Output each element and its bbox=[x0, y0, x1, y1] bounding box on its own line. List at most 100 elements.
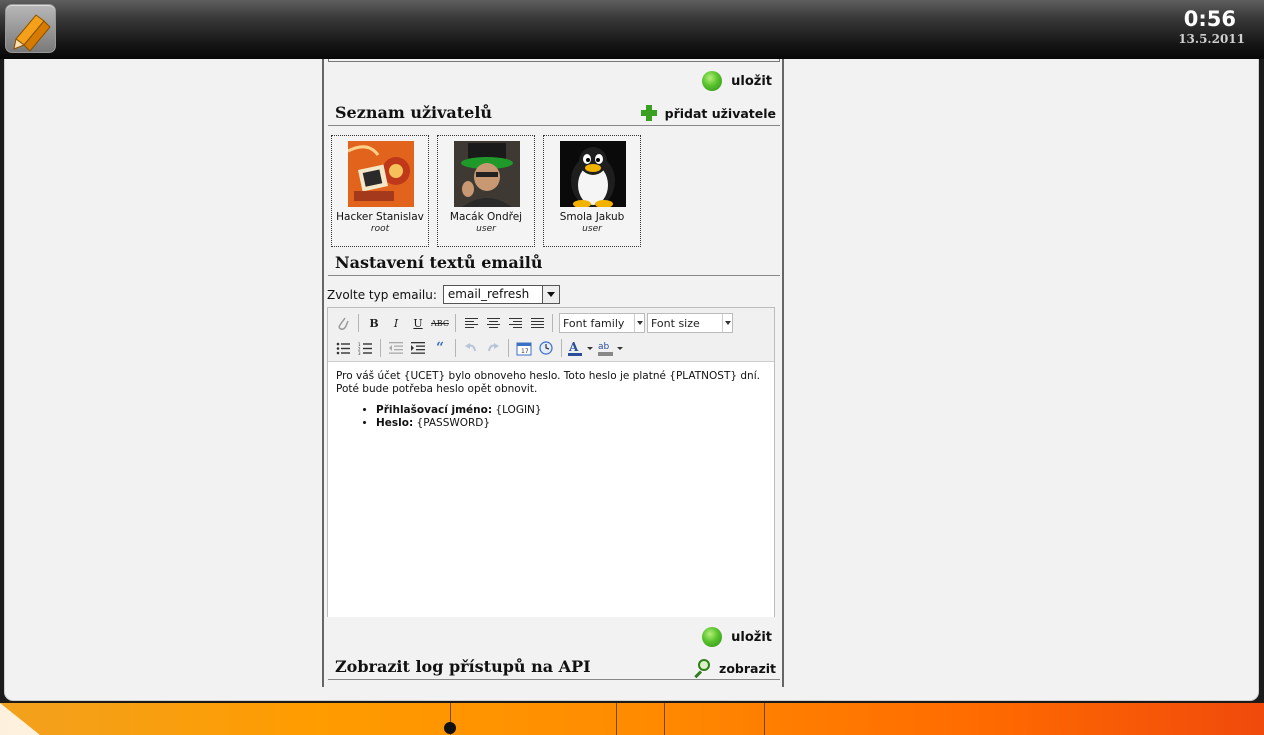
toolbar-separator bbox=[380, 339, 381, 357]
font-family-label: Font family bbox=[563, 317, 625, 330]
api-section-header: Zobrazit log přístupů na API zobrazit bbox=[328, 656, 780, 680]
email-type-select[interactable]: email_refresh bbox=[442, 285, 560, 304]
redo-icon[interactable] bbox=[482, 337, 504, 359]
chevron-down-icon bbox=[634, 314, 644, 332]
green-circle-icon bbox=[702, 71, 723, 91]
add-user-label: přidat uživatele bbox=[664, 105, 776, 121]
strip-marker bbox=[444, 722, 456, 734]
save-label: uložit bbox=[731, 73, 772, 89]
underline-icon[interactable]: U bbox=[407, 312, 429, 334]
svg-text:ab: ab bbox=[598, 342, 610, 352]
email-section-header: Nastavení textů emailů bbox=[328, 252, 780, 276]
text-color-icon[interactable]: A bbox=[566, 337, 596, 359]
show-log-label: zobrazit bbox=[719, 660, 776, 676]
desktop-background-strip bbox=[0, 703, 1264, 735]
show-log-button[interactable]: zobrazit bbox=[693, 659, 776, 679]
email-body-list: Přihlašovací jméno: {LOGIN} Heslo: {PASS… bbox=[376, 404, 766, 429]
chevron-down-icon bbox=[541, 286, 559, 303]
penguin-avatar-icon bbox=[560, 141, 626, 207]
avatar bbox=[348, 141, 414, 207]
indent-icon[interactable] bbox=[407, 337, 429, 359]
save-label: uložit bbox=[731, 629, 772, 645]
plus-icon bbox=[640, 105, 657, 121]
clock-time: 0:56 bbox=[1183, 7, 1236, 31]
user-role: root bbox=[370, 224, 390, 234]
editor-content-area[interactable]: Pro váš účet {UCET} bylo obnoveho heslo.… bbox=[328, 361, 774, 617]
chevron-down-icon bbox=[722, 314, 732, 332]
save-button-top[interactable]: uložit bbox=[702, 71, 772, 91]
outdent-icon[interactable] bbox=[385, 337, 407, 359]
strip-divider bbox=[616, 703, 617, 735]
magnifier-icon bbox=[693, 659, 711, 679]
editor-toolbar-row-2: 123 “ 17 A ab bbox=[332, 336, 626, 360]
toolbar-separator bbox=[508, 339, 509, 357]
user-card-hacker[interactable]: Hacker Stanislav root bbox=[331, 135, 429, 247]
svg-text:17: 17 bbox=[521, 348, 529, 355]
screen: 0:56 13.5.2011 uložit Seznam uživatelů p… bbox=[0, 0, 1264, 735]
list-item-label: Přihlašovací jméno: bbox=[376, 404, 493, 416]
align-left-icon[interactable] bbox=[460, 312, 482, 334]
align-justify-icon[interactable] bbox=[526, 312, 548, 334]
user-name: Smola Jakub bbox=[559, 211, 625, 223]
email-body-paragraph: Pro váš účet {UCET} bylo obnoveho heslo.… bbox=[336, 370, 760, 395]
bullet-list-icon[interactable] bbox=[332, 337, 354, 359]
list-item-label: Heslo: bbox=[376, 416, 414, 429]
user-role: user bbox=[476, 224, 496, 234]
undo-icon[interactable] bbox=[460, 337, 482, 359]
green-circle-icon bbox=[702, 627, 723, 647]
list-item: Heslo: {PASSWORD} bbox=[376, 417, 766, 430]
top-bar: 0:56 13.5.2011 bbox=[0, 0, 1264, 59]
users-section-header: Seznam uživatelů přidat uživatele bbox=[328, 102, 780, 126]
insert-date-icon[interactable]: 17 bbox=[513, 337, 535, 359]
macak-avatar-icon bbox=[454, 141, 520, 207]
list-item: Přihlašovací jméno: {LOGIN} bbox=[376, 404, 766, 417]
highlight-color-icon[interactable]: ab bbox=[596, 337, 626, 359]
numbered-list-icon[interactable]: 123 bbox=[354, 337, 376, 359]
email-type-row: Zvolte typ emailu: email_refresh bbox=[327, 285, 560, 304]
api-section-title: Zobrazit log přístupů na API bbox=[335, 657, 591, 676]
svg-text:3: 3 bbox=[358, 351, 361, 355]
toolbar-separator bbox=[455, 339, 456, 357]
align-right-icon[interactable] bbox=[504, 312, 526, 334]
users-section-title: Seznam uživatelů bbox=[335, 103, 493, 122]
previous-field-edge bbox=[328, 59, 780, 62]
add-user-button[interactable]: přidat uživatele bbox=[640, 105, 776, 121]
avatar bbox=[454, 141, 520, 207]
toolbar-separator bbox=[358, 314, 359, 332]
bold-icon[interactable]: B bbox=[363, 312, 385, 334]
avatar bbox=[560, 141, 626, 207]
strip-divider bbox=[764, 703, 765, 735]
page-curl bbox=[0, 703, 40, 735]
pencil-logo-icon bbox=[13, 14, 51, 52]
list-item-value: {PASSWORD} bbox=[416, 416, 491, 429]
font-size-select[interactable]: Font size bbox=[647, 313, 733, 333]
blockquote-icon[interactable]: “ bbox=[429, 337, 451, 359]
font-size-label: Font size bbox=[651, 317, 700, 330]
email-type-label: Zvolte typ emailu: bbox=[327, 287, 437, 302]
email-section-title: Nastavení textů emailů bbox=[335, 253, 543, 272]
user-name: Hacker Stanislav bbox=[336, 211, 424, 223]
rich-text-editor: B I U ABC Font family Font size 1 2 3 “ … bbox=[327, 307, 775, 617]
toolbar-separator bbox=[561, 339, 562, 357]
user-card-smola[interactable]: Smola Jakub user bbox=[543, 135, 641, 247]
strikethrough-icon[interactable]: ABC bbox=[429, 312, 451, 334]
hacker-avatar-icon bbox=[348, 141, 414, 207]
align-center-icon[interactable] bbox=[482, 312, 504, 334]
user-card-macak[interactable]: Macák Ondřej user bbox=[437, 135, 535, 247]
svg-text:A: A bbox=[568, 340, 579, 354]
font-family-select[interactable]: Font family bbox=[559, 313, 645, 333]
clock-date: 13.5.2011 bbox=[1178, 32, 1245, 46]
toolbar-separator bbox=[552, 314, 553, 332]
editor-toolbar-row-1: B I U ABC Font family Font size bbox=[332, 311, 733, 335]
insert-time-icon[interactable] bbox=[535, 337, 557, 359]
save-button-bottom[interactable]: uložit bbox=[702, 627, 772, 647]
app-logo-button[interactable] bbox=[5, 4, 56, 53]
toolbar-separator bbox=[455, 314, 456, 332]
italic-icon[interactable]: I bbox=[385, 312, 407, 334]
user-name: Macák Ondřej bbox=[449, 211, 523, 223]
list-item-value: {LOGIN} bbox=[495, 404, 542, 416]
email-type-value: email_refresh bbox=[447, 287, 530, 301]
strip-divider bbox=[664, 703, 665, 735]
paperclip-icon[interactable] bbox=[332, 312, 354, 334]
content-column: uložit Seznam uživatelů přidat uživatele bbox=[322, 59, 784, 687]
